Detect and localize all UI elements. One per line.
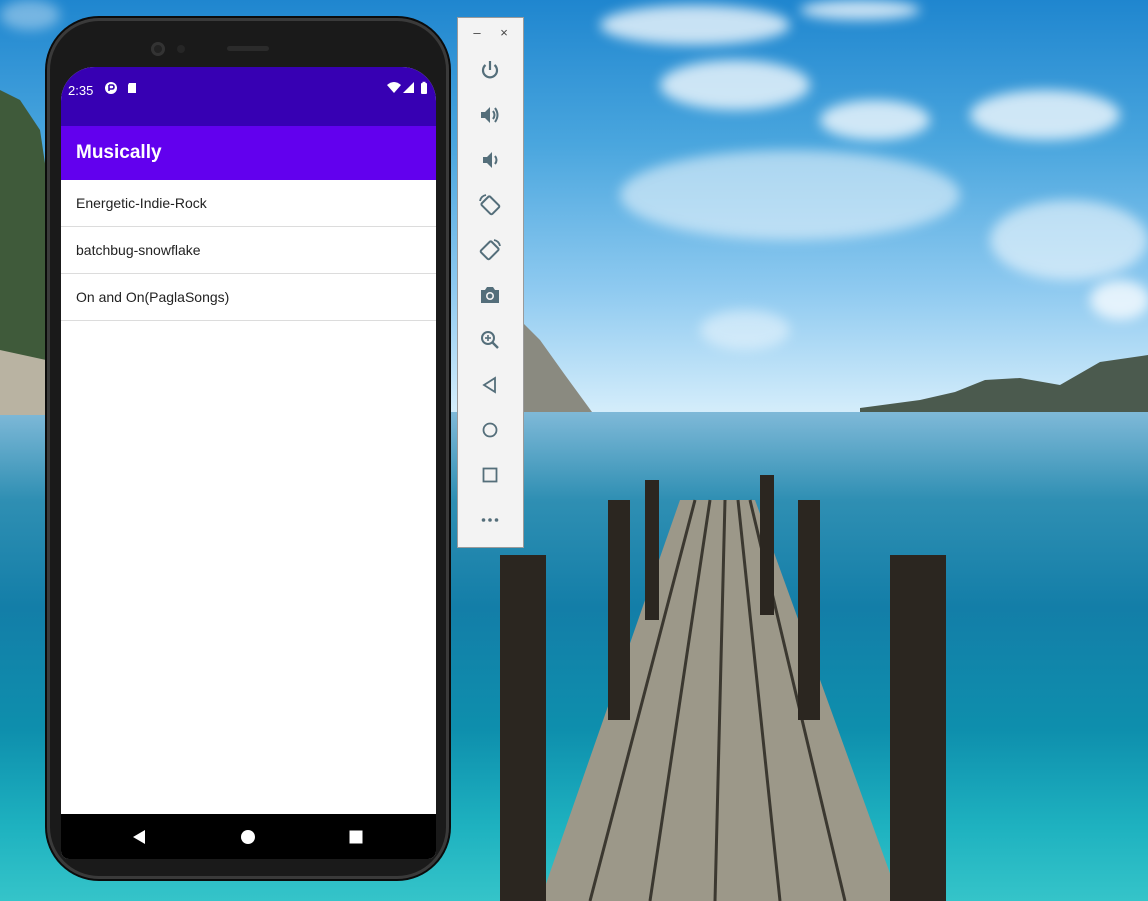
more-button[interactable]: [477, 507, 503, 533]
overview-button[interactable]: [477, 462, 503, 488]
app-bar: Musically: [61, 126, 436, 180]
back-icon: [482, 376, 496, 394]
home-icon[interactable]: [240, 829, 256, 845]
rotate-right-icon: [479, 239, 501, 261]
navigation-bar: [61, 814, 436, 859]
song-list: Energetic-Indie-Rock batchbug-snowflake …: [61, 180, 436, 321]
power-icon: [481, 61, 499, 79]
battery-icon: [421, 81, 427, 94]
zoom-icon: [481, 331, 499, 349]
proximity-sensor: [177, 45, 185, 53]
song-list-item[interactable]: On and On(PaglaSongs): [61, 274, 436, 321]
status-time: 2:35: [68, 83, 94, 98]
front-camera: [151, 42, 165, 56]
sd-card-icon: [128, 83, 136, 93]
earpiece-speaker: [227, 46, 269, 51]
zoom-button[interactable]: [477, 327, 503, 353]
more-icon: [481, 518, 499, 522]
wallpaper-island-right: [860, 355, 1148, 412]
rotate-left-icon: [479, 194, 501, 216]
home-icon: [482, 422, 498, 438]
close-button[interactable]: ×: [497, 26, 511, 40]
song-list-item[interactable]: Energetic-Indie-Rock: [61, 180, 436, 227]
overview-icon: [482, 467, 498, 483]
song-title: On and On(PaglaSongs): [76, 289, 230, 305]
song-list-item[interactable]: batchbug-snowflake: [61, 227, 436, 274]
power-button[interactable]: [477, 57, 503, 83]
status-bar: 2:35: [61, 67, 436, 126]
wifi-icon: [387, 82, 401, 93]
app-notification-icon: [105, 82, 117, 94]
song-title: batchbug-snowflake: [76, 242, 201, 258]
home-button[interactable]: [477, 417, 503, 443]
phone-frame: 2:35 Musically Energetic-Indie-Rock batc…: [47, 18, 449, 879]
song-title: Energetic-Indie-Rock: [76, 195, 207, 211]
cell-signal-icon: [403, 82, 414, 93]
volume-down-button[interactable]: [477, 147, 503, 173]
screenshot-icon: [481, 287, 499, 303]
wallpaper-rock: [520, 320, 592, 412]
back-button[interactable]: [477, 372, 503, 398]
volume-up-button[interactable]: [477, 102, 503, 128]
recents-icon[interactable]: [348, 829, 364, 845]
minimize-button[interactable]: –: [470, 26, 484, 40]
rotate-right-button[interactable]: [477, 237, 503, 263]
rotate-left-button[interactable]: [477, 192, 503, 218]
emulator-toolbar: – ×: [457, 17, 524, 548]
volume-down-icon: [483, 152, 498, 168]
volume-up-icon: [481, 107, 499, 123]
wallpaper-pier: [500, 475, 946, 901]
phone-screen[interactable]: 2:35 Musically Energetic-Indie-Rock batc…: [61, 67, 436, 859]
back-icon[interactable]: [131, 829, 147, 845]
screenshot-button[interactable]: [477, 282, 503, 308]
app-title: Musically: [76, 142, 162, 163]
